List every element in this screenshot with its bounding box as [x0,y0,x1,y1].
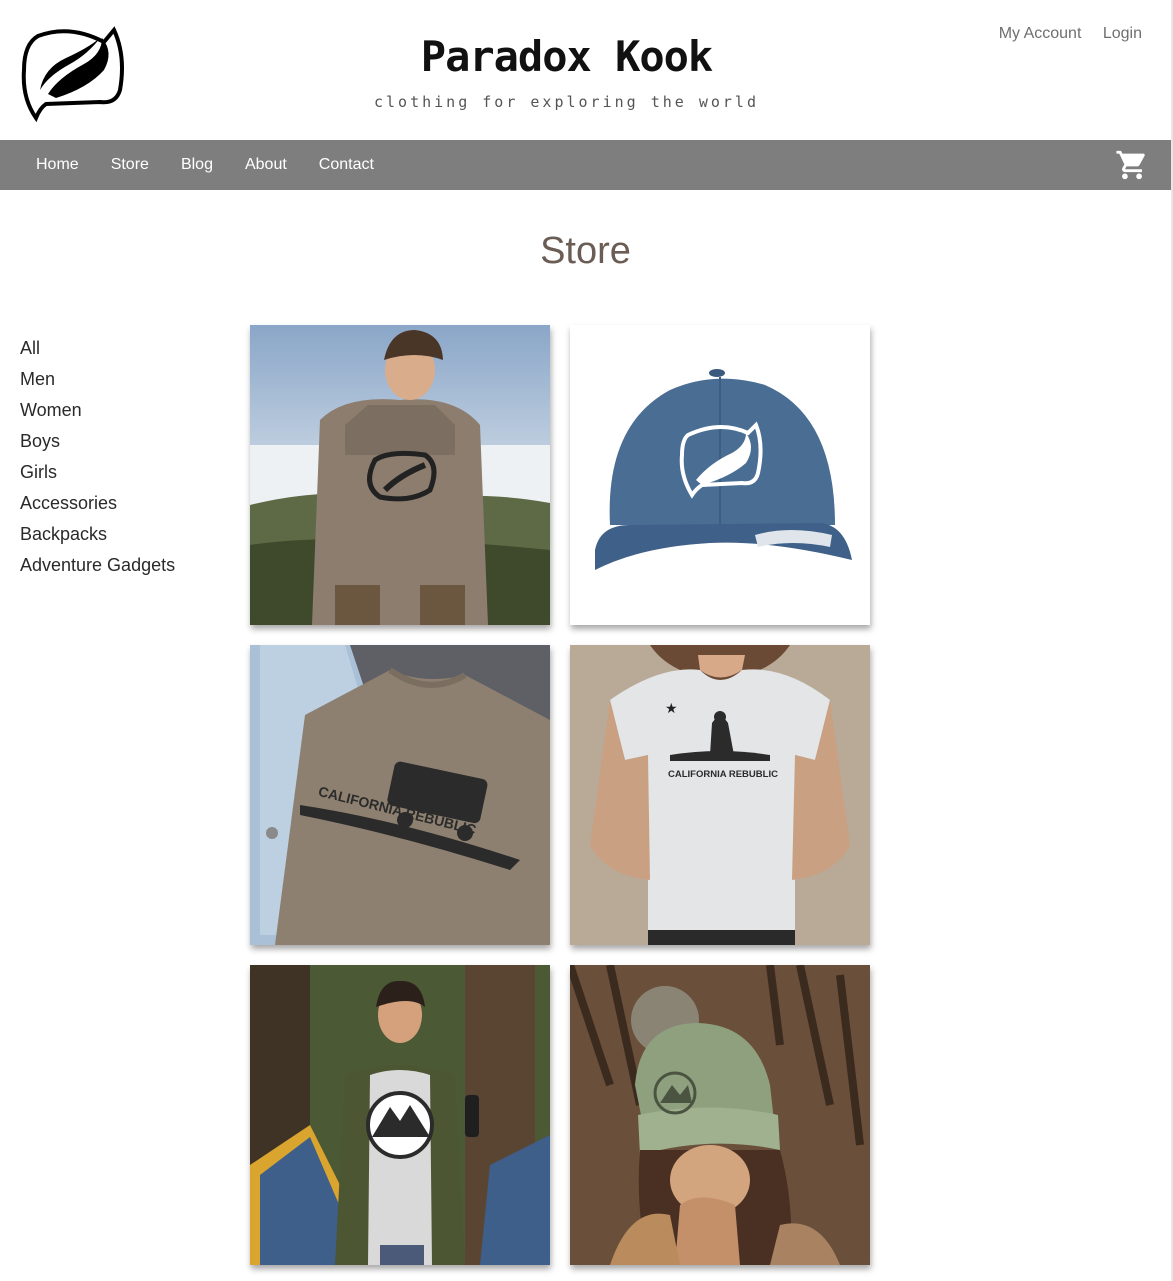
category-men[interactable]: Men [20,364,175,395]
product-tile-mountain-tee[interactable] [250,965,550,1265]
nav-items: Home Store Blog About Contact [20,140,390,190]
my-account-link[interactable]: My Account [999,25,1082,42]
login-link[interactable]: Login [1103,25,1142,42]
page-title: Store [540,230,631,272]
product-tile-beanie[interactable] [570,965,870,1265]
nav-item-blog[interactable]: Blog [165,140,229,190]
product-image-hoodie [250,325,550,625]
category-all[interactable]: All [20,333,175,364]
product-tile-hoodie[interactable] [250,325,550,625]
product-image-cap [570,325,870,625]
nav-item-home[interactable]: Home [20,140,95,190]
nav-item-contact[interactable]: Contact [303,140,390,190]
product-image-bus-tee: CALIFORNIA REBUBLIC [250,645,550,945]
category-adventure-gadgets[interactable]: Adventure Gadgets [20,550,175,581]
account-links: My Account Login [982,25,1142,43]
category-list: All Men Women Boys Girls Accessories Bac… [20,333,175,581]
category-accessories[interactable]: Accessories [20,488,175,519]
main-navbar: Home Store Blog About Contact [0,140,1171,190]
product-image-bigfoot-tee: ★ CALIFORNIA REBUBLIC [570,645,870,945]
category-women[interactable]: Women [20,395,175,426]
shopping-cart-icon[interactable] [1115,148,1149,182]
product-tile-bigfoot-tee[interactable]: ★ CALIFORNIA REBUBLIC [570,645,870,945]
category-backpacks[interactable]: Backpacks [20,519,175,550]
site-title: Paradox Kook [420,32,713,81]
nav-item-about[interactable]: About [229,140,303,190]
star-icon: ★ [665,700,678,716]
category-boys[interactable]: Boys [20,426,175,457]
product-image-mountain-tee [250,965,550,1265]
product-tile-cap[interactable] [570,325,870,625]
product-tile-bus-tee[interactable]: CALIFORNIA REBUBLIC [250,645,550,945]
nav-item-store[interactable]: Store [95,140,165,190]
product-image-beanie [570,965,870,1265]
site-tagline: clothing for exploring the world [374,93,759,111]
bigfoot-tee-print-text: CALIFORNIA REBUBLIC [668,769,778,780]
category-girls[interactable]: Girls [20,457,175,488]
